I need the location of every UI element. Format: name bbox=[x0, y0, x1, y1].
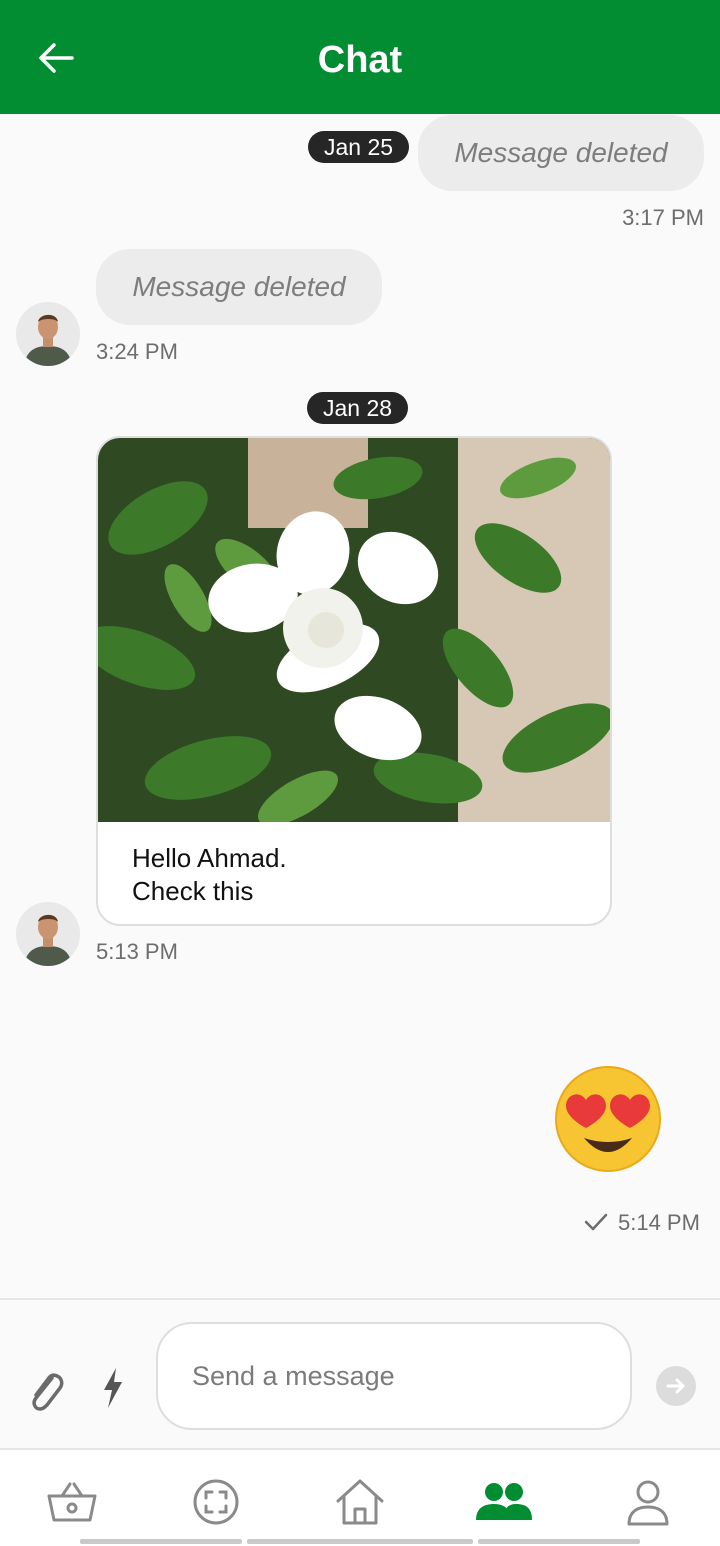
nav-indicator bbox=[478, 1539, 640, 1544]
deleted-message-bubble[interactable]: Message deleted bbox=[96, 249, 382, 325]
date-pill: Jan 25 bbox=[308, 131, 410, 163]
scan-icon bbox=[193, 1479, 239, 1525]
nav-profile[interactable] bbox=[618, 1476, 678, 1528]
app-header: Chat bbox=[0, 0, 720, 114]
caption-line: Check this bbox=[132, 876, 254, 906]
home-icon bbox=[336, 1479, 384, 1525]
send-button[interactable] bbox=[656, 1366, 696, 1406]
message-composer bbox=[0, 1298, 720, 1448]
nav-indicator bbox=[247, 1539, 473, 1544]
avatar[interactable] bbox=[16, 902, 80, 966]
page-title: Chat bbox=[317, 39, 403, 81]
nav-indicator bbox=[80, 1539, 242, 1544]
message-input[interactable] bbox=[156, 1322, 632, 1430]
flower-photo[interactable] bbox=[98, 438, 610, 822]
caption-line: Hello Ahmad. bbox=[132, 843, 287, 873]
nav-users[interactable] bbox=[474, 1476, 534, 1528]
nav-basket[interactable] bbox=[42, 1476, 102, 1528]
nav-scan[interactable] bbox=[186, 1476, 246, 1528]
profile-icon bbox=[627, 1480, 669, 1526]
paperclip-icon[interactable] bbox=[26, 1368, 66, 1412]
image-message-card[interactable]: Hello Ahmad. Check this bbox=[96, 436, 612, 926]
nav-home[interactable] bbox=[330, 1476, 390, 1528]
basket-icon bbox=[47, 1482, 97, 1522]
date-pill: Jan 28 bbox=[307, 392, 409, 424]
message-time: 5:13 PM bbox=[96, 939, 178, 964]
message-time: 3:24 PM bbox=[96, 339, 178, 364]
message-time: 5:14 PM bbox=[618, 1210, 700, 1235]
avatar[interactable] bbox=[16, 302, 80, 366]
check-icon bbox=[584, 1213, 608, 1231]
arrow-right-icon bbox=[666, 1378, 685, 1394]
deleted-message-bubble[interactable]: Message deleted bbox=[418, 115, 704, 191]
bottom-nav bbox=[0, 1448, 720, 1546]
message-caption: Hello Ahmad. Check this bbox=[132, 842, 287, 908]
lightning-icon[interactable] bbox=[100, 1366, 126, 1410]
heart-eyes-emoji-icon[interactable] bbox=[552, 1064, 664, 1174]
users-icon bbox=[476, 1483, 532, 1520]
message-time: 3:17 PM bbox=[622, 205, 704, 230]
